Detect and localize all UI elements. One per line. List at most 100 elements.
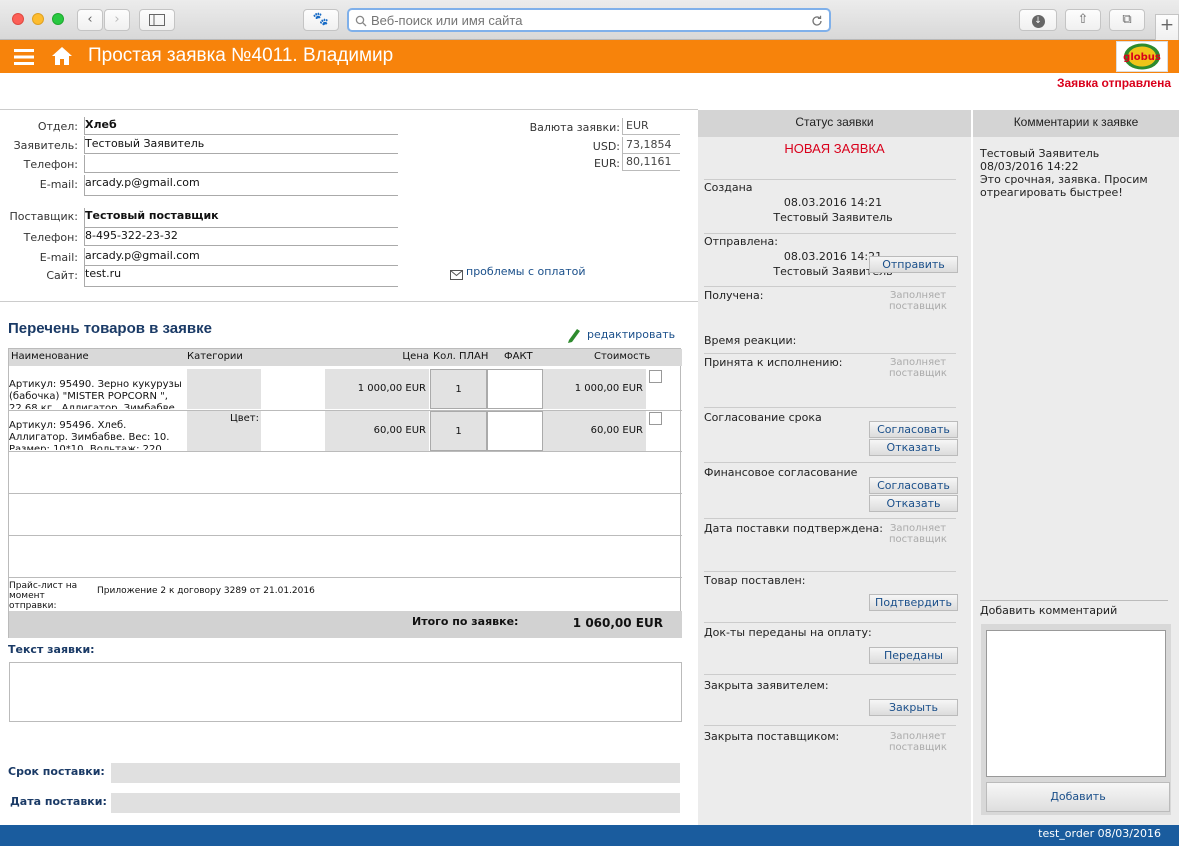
- created-label: Создана: [704, 181, 753, 194]
- supplier-email: arcady.p@gmail.com: [84, 248, 398, 266]
- accepted-label: Принята к исполнению:: [704, 356, 843, 369]
- accepted-placeholder: Заполняет поставщик: [889, 357, 947, 379]
- goods-table: Наименование Категории Цена Кол. ПЛАН ФА…: [8, 348, 682, 638]
- pencil-icon: [568, 329, 580, 343]
- share-button[interactable]: ⇧: [1065, 9, 1101, 31]
- comment-box-frame: Добавить: [981, 624, 1171, 815]
- eur-rate: 80,1161: [622, 154, 680, 171]
- confirm-delivery-button[interactable]: Подтвердить: [869, 594, 958, 611]
- comments-panel: Комментарии к заявке Тестовый Заявитель …: [973, 110, 1179, 825]
- sent-label: Отправлена:: [704, 235, 778, 248]
- reload-icon[interactable]: [811, 15, 823, 27]
- tabs-icon: ⧉: [1122, 12, 1132, 27]
- add-comment-label: Добавить комментарий: [980, 604, 1118, 617]
- comment-input[interactable]: [986, 630, 1166, 777]
- eur-label: EUR:: [593, 157, 620, 170]
- row1-category: [187, 369, 261, 409]
- usd-rate: 73,1854: [622, 137, 680, 154]
- received-placeholder: Заполняет поставщик: [889, 290, 947, 312]
- email-label: E-mail:: [39, 178, 78, 191]
- comment-item: Тестовый Заявитель 08/03/2016 14:22 Это …: [980, 147, 1170, 199]
- row2-checkbox[interactable]: [649, 412, 662, 425]
- delivery-term-label: Срок поставки:: [8, 765, 105, 778]
- comment-text: Это срочная, заявка. Просим отреагироват…: [980, 173, 1148, 199]
- envelope-icon: [450, 270, 463, 280]
- close-window-button[interactable]: [12, 13, 24, 25]
- divider: [704, 725, 956, 726]
- row1-checkbox[interactable]: [649, 370, 662, 383]
- row1-fact-input[interactable]: [487, 369, 543, 409]
- status-title: Статус заявки: [698, 110, 971, 137]
- request-text-area[interactable]: [9, 662, 682, 722]
- delivery-term-field[interactable]: [111, 763, 680, 783]
- plus-icon: +: [1159, 15, 1175, 35]
- row2-fact-input[interactable]: [487, 411, 543, 451]
- forward-button[interactable]: ›: [104, 9, 130, 31]
- delivery-confirmed-placeholder: Заполняет поставщик: [889, 523, 947, 545]
- app-header: Простая заявка №4011. Владимир: [0, 40, 1179, 73]
- row2-name: Артикул: 95496. Хлеб. Аллигатор. Зимбабв…: [9, 420, 170, 450]
- closed-requester-label: Закрыта заявителем:: [704, 679, 829, 692]
- term-agree-label: Согласование срока: [704, 411, 822, 424]
- downloads-button[interactable]: ↓: [1019, 9, 1057, 31]
- row1-name: Артикул: 95490. Зерно кукурузы (бабочка)…: [9, 379, 182, 409]
- divider: [704, 462, 956, 463]
- divider: [0, 109, 698, 110]
- docs-sent-button[interactable]: Переданы: [869, 647, 958, 664]
- pricelist-label: Прайс-лист на момент отправки:: [9, 581, 78, 611]
- close-button[interactable]: Закрыть: [869, 699, 958, 716]
- globus-logo: globus: [1116, 41, 1168, 72]
- reaction-label: Время реакции:: [704, 334, 797, 347]
- send-button[interactable]: Отправить: [869, 256, 958, 273]
- col-price: Цена: [402, 351, 429, 362]
- docs-label: Док-ты переданы на оплату:: [704, 626, 872, 639]
- supplier-label: Поставщик:: [9, 210, 78, 223]
- divider: [704, 674, 956, 675]
- refuse-finance-button[interactable]: Отказать: [869, 495, 958, 512]
- home-icon[interactable]: [51, 46, 73, 66]
- total-label: Итого по заявке:: [412, 615, 519, 628]
- add-comment-button[interactable]: Добавить: [986, 782, 1170, 812]
- payment-problems-link[interactable]: проблемы с оплатой: [466, 265, 586, 278]
- pricelist-value: Приложение 2 к договору 3289 от 21.01.20…: [97, 586, 315, 596]
- divider: [704, 571, 956, 572]
- created-by: Тестовый Заявитель: [773, 211, 893, 224]
- back-button[interactable]: ‹: [77, 9, 103, 31]
- created-date: 08.03.2016 14:21: [783, 196, 883, 209]
- minimize-window-button[interactable]: [32, 13, 44, 25]
- tabs-overview-button[interactable]: ⧉: [1109, 9, 1145, 31]
- row-divider: [9, 493, 682, 494]
- row-divider: [9, 535, 682, 536]
- col-category: Категории: [187, 351, 243, 362]
- menu-icon[interactable]: [14, 48, 34, 66]
- received-label: Получена:: [704, 289, 764, 302]
- comments-title: Комментарии к заявке: [973, 110, 1179, 137]
- new-tab-button[interactable]: +: [1155, 14, 1179, 40]
- closed-supplier-placeholder: Заполняет поставщик: [889, 731, 947, 753]
- finance-label: Финансовое согласование: [704, 466, 858, 479]
- goods-title: Перечень товаров в заявке: [8, 320, 212, 337]
- footer-text: test_order 08/03/2016: [1038, 827, 1161, 840]
- address-input[interactable]: [371, 12, 791, 29]
- chevron-right-icon: ›: [114, 12, 120, 27]
- search-icon: [355, 15, 367, 27]
- delivery-date-field[interactable]: [111, 793, 680, 813]
- paw-button[interactable]: 🐾: [303, 9, 339, 31]
- supplier-phone-label: Телефон:: [23, 231, 78, 244]
- divider: [704, 179, 956, 180]
- refuse-term-button[interactable]: Отказать: [869, 439, 958, 456]
- email-value: arcady.p@gmail.com: [84, 175, 398, 196]
- edit-goods-link[interactable]: редактировать: [587, 328, 675, 341]
- delivered-label: Товар поставлен:: [704, 574, 806, 587]
- address-bar[interactable]: [347, 8, 831, 32]
- delivery-date-label: Дата поставки:: [10, 795, 107, 808]
- supplier-site: test.ru: [84, 266, 398, 287]
- supplier-email-label: E-mail:: [39, 251, 78, 264]
- requester-value: Тестовый Заявитель: [84, 136, 398, 154]
- zoom-window-button[interactable]: [52, 13, 64, 25]
- agree-finance-button[interactable]: Согласовать: [869, 477, 958, 494]
- phone-value: [84, 155, 398, 173]
- agree-term-button[interactable]: Согласовать: [869, 421, 958, 438]
- sidebar-toggle-button[interactable]: [139, 9, 175, 31]
- divider: [704, 518, 956, 519]
